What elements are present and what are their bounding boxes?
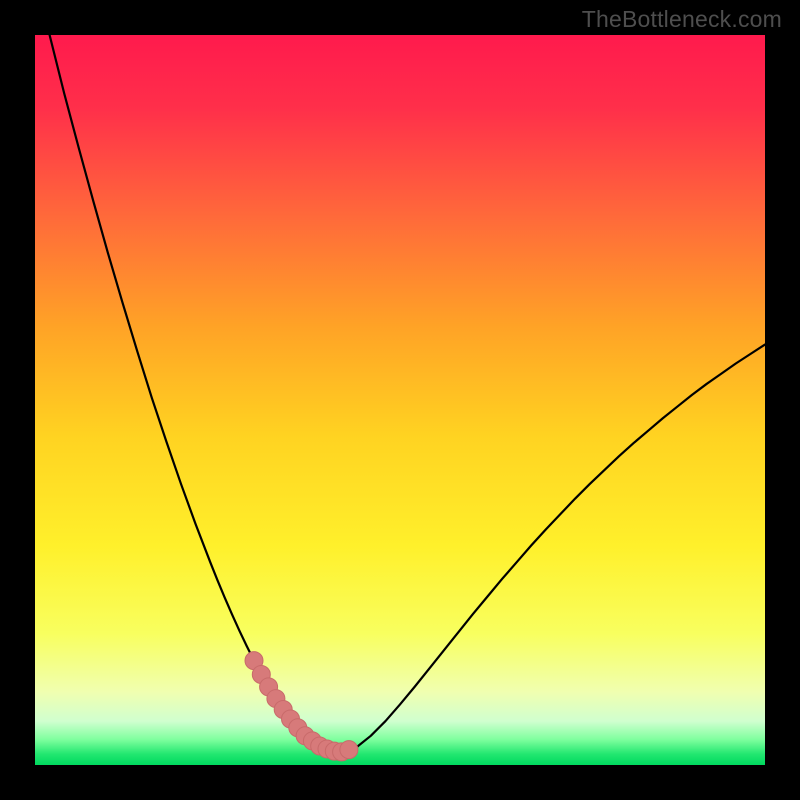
chart-frame: TheBottleneck.com <box>0 0 800 800</box>
bottleneck-chart <box>35 35 765 765</box>
highlight-marker <box>340 741 358 759</box>
gradient-background <box>35 35 765 765</box>
watermark-text: TheBottleneck.com <box>582 6 782 33</box>
